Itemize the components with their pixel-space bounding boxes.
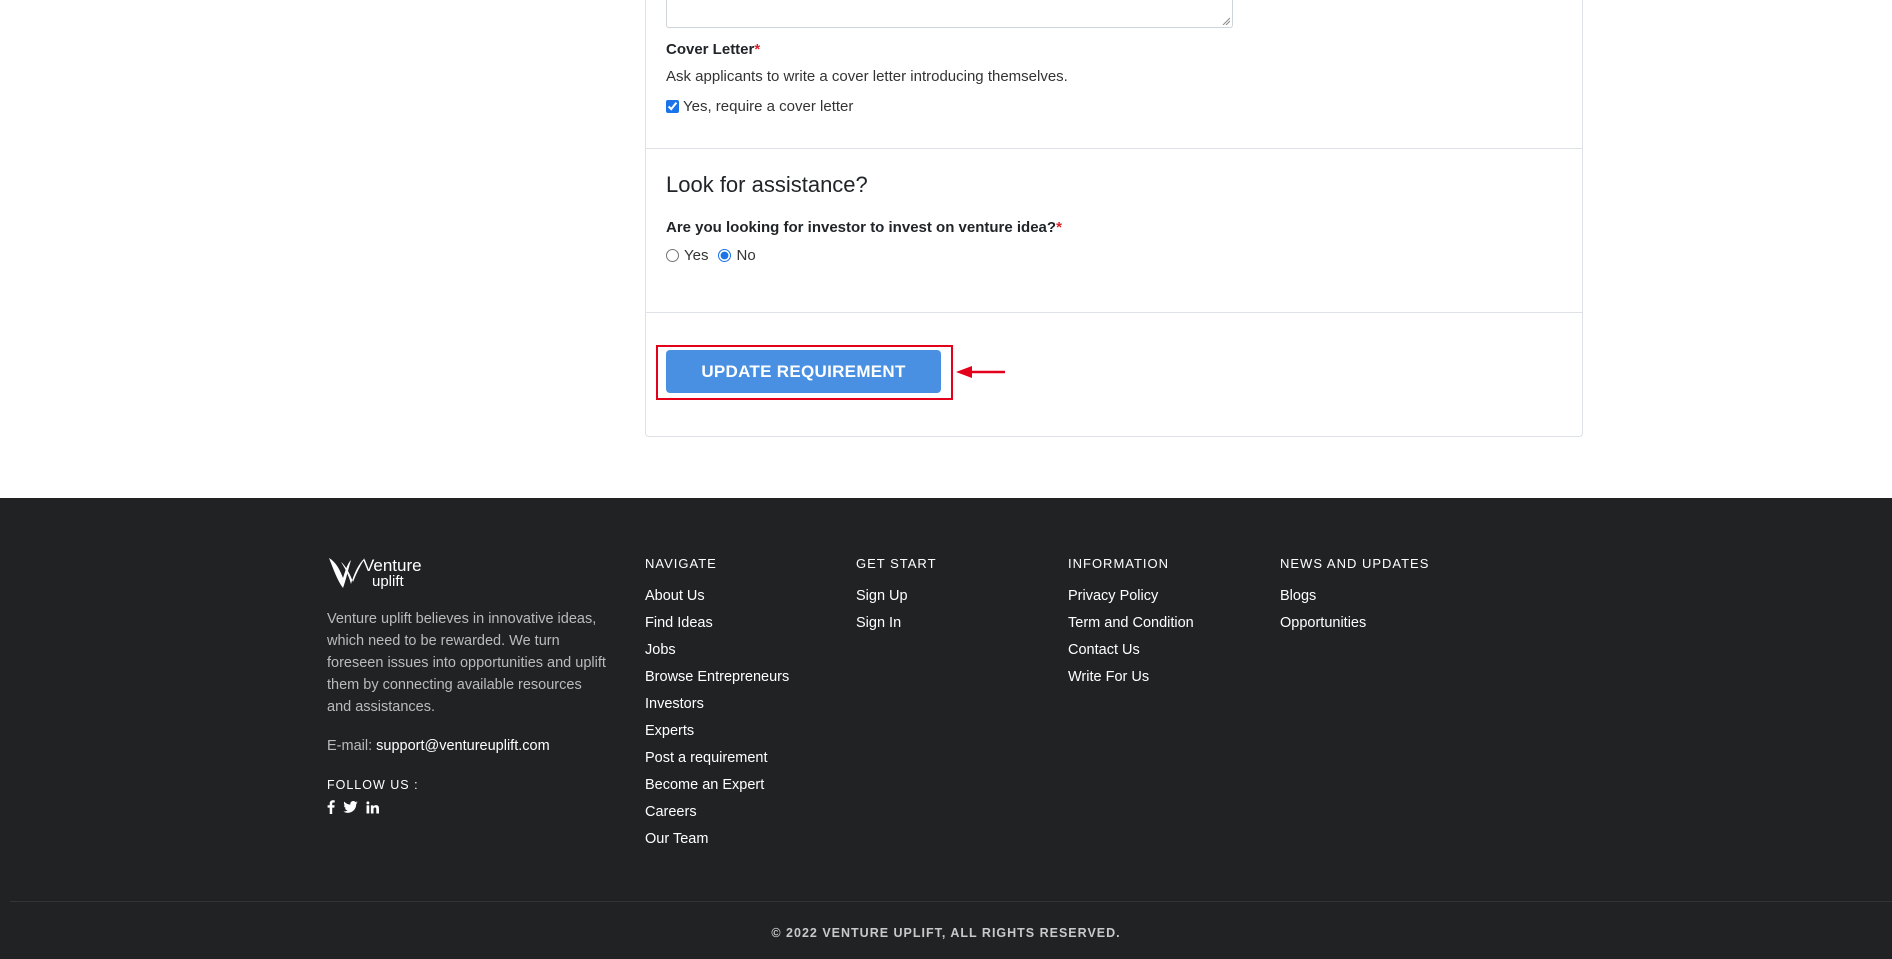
submit-section: UPDATE REQUIREMENT bbox=[646, 313, 1582, 437]
investor-option-no[interactable]: No bbox=[718, 247, 756, 264]
require-cover-letter-checkbox[interactable] bbox=[666, 100, 679, 113]
footer-column-title: NEWS AND UPDATES bbox=[1280, 556, 1430, 571]
svg-text:uplift: uplift bbox=[372, 573, 405, 590]
footer-about-text: Venture uplift believes in innovative id… bbox=[327, 611, 606, 715]
footer-column-title: GET START bbox=[856, 556, 937, 571]
assistance-title: Look for assistance? bbox=[666, 172, 868, 197]
footer-link-find-ideas[interactable]: Find Ideas bbox=[645, 610, 789, 637]
facebook-icon[interactable] bbox=[327, 800, 335, 814]
footer-link-post-requirement[interactable]: Post a requirement bbox=[645, 745, 789, 772]
footer-link-about-us[interactable]: About Us bbox=[645, 583, 789, 610]
investor-yes-radio[interactable] bbox=[666, 249, 679, 262]
update-requirement-button[interactable]: UPDATE REQUIREMENT bbox=[666, 350, 941, 393]
footer-link-our-team[interactable]: Our Team bbox=[645, 826, 789, 853]
footer-link-jobs[interactable]: Jobs bbox=[645, 637, 789, 664]
social-links bbox=[327, 800, 379, 814]
support-email-link[interactable]: support@ventureuplift.com bbox=[376, 738, 550, 754]
required-mark: * bbox=[1056, 219, 1062, 236]
footer-link-careers[interactable]: Careers bbox=[645, 799, 789, 826]
venture-uplift-logo[interactable]: Venture uplift bbox=[327, 554, 437, 590]
require-cover-letter-option[interactable]: Yes, require a cover letter bbox=[666, 98, 853, 115]
investor-no-radio[interactable] bbox=[718, 249, 732, 262]
investor-option-yes[interactable]: Yes bbox=[666, 247, 708, 264]
footer-link-blogs[interactable]: Blogs bbox=[1280, 583, 1429, 610]
footer-link-contact-us[interactable]: Contact Us bbox=[1068, 637, 1194, 664]
footer-column-information: INFORMATION Privacy Policy Term and Cond… bbox=[1068, 556, 1194, 691]
footer-link-terms[interactable]: Term and Condition bbox=[1068, 610, 1194, 637]
footer-link-investors[interactable]: Investors bbox=[645, 691, 789, 718]
cover-letter-label: Cover Letter* bbox=[666, 41, 761, 58]
follow-us-label: FOLLOW US : bbox=[327, 778, 419, 792]
required-mark: * bbox=[754, 41, 761, 58]
footer-divider bbox=[10, 901, 1892, 902]
footer-link-sign-in[interactable]: Sign In bbox=[856, 610, 937, 637]
cover-letter-hint: Ask applicants to write a cover letter i… bbox=[666, 68, 1068, 85]
footer-column-get-start: GET START Sign Up Sign In bbox=[856, 556, 937, 637]
footer-link-browse-entrepreneurs[interactable]: Browse Entrepreneurs bbox=[645, 664, 789, 691]
copyright-text: © 2022 VENTURE UPLIFT, ALL RIGHTS RESERV… bbox=[771, 926, 1121, 940]
footer-link-sign-up[interactable]: Sign Up bbox=[856, 583, 937, 610]
twitter-icon[interactable] bbox=[343, 801, 358, 813]
footer-link-experts[interactable]: Experts bbox=[645, 718, 789, 745]
investor-question-label: Are you looking for investor to invest o… bbox=[666, 219, 1062, 236]
cover-letter-section: Cover Letter* Ask applicants to write a … bbox=[646, 0, 1582, 149]
investor-radio-group: Yes No bbox=[666, 247, 766, 264]
linkedin-icon[interactable] bbox=[366, 800, 379, 814]
assistance-section: Look for assistance? Are you looking for… bbox=[646, 149, 1582, 313]
footer-column-navigate: NAVIGATE About Us Find Ideas Jobs Browse… bbox=[645, 556, 789, 853]
footer-column-title: NAVIGATE bbox=[645, 556, 717, 571]
site-footer: Venture uplift Venture uplift believes i… bbox=[0, 498, 1892, 959]
footer-column-news: NEWS AND UPDATES Blogs Opportunities bbox=[1280, 556, 1429, 637]
footer-column-title: INFORMATION bbox=[1068, 556, 1170, 571]
footer-link-privacy-policy[interactable]: Privacy Policy bbox=[1068, 583, 1194, 610]
annotation-arrow-icon bbox=[956, 366, 1005, 378]
requirement-form-card: Cover Letter* Ask applicants to write a … bbox=[645, 0, 1583, 437]
footer-link-write-for-us[interactable]: Write For Us bbox=[1068, 664, 1194, 691]
footer-link-opportunities[interactable]: Opportunities bbox=[1280, 610, 1429, 637]
footer-link-become-expert[interactable]: Become an Expert bbox=[645, 772, 789, 799]
footer-email: E-mail: support@ventureuplift.com bbox=[327, 738, 550, 754]
